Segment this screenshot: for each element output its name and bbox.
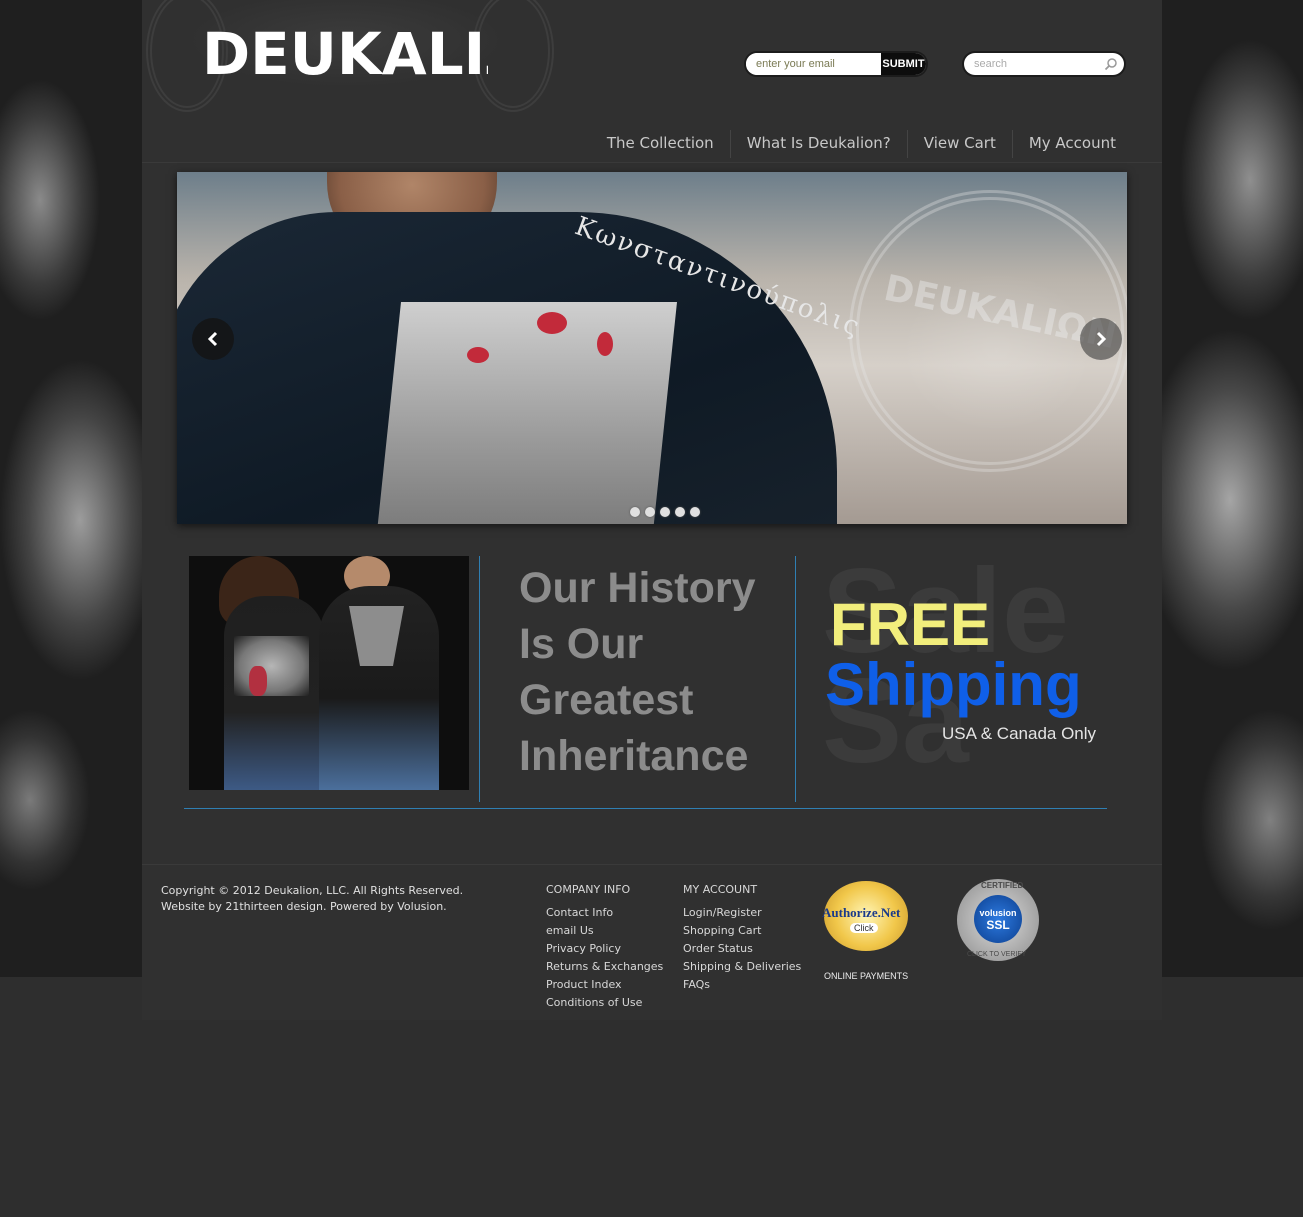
- promo-shirt-print: [249, 666, 267, 696]
- history-line: Our History: [519, 564, 756, 612]
- slider-pagination: [630, 507, 700, 517]
- slider-prev-button[interactable]: [192, 318, 234, 360]
- shipping-region: USA & Canada Only: [942, 724, 1097, 743]
- copyright-line: Copyright © 2012 Deukalion, LLC. All Rig…: [161, 884, 464, 897]
- slider-dot[interactable]: [675, 507, 685, 517]
- footer-link-returns[interactable]: Returns & Exchanges: [546, 958, 663, 976]
- divider: [479, 556, 480, 802]
- slide-shirt-print: [467, 347, 489, 363]
- footer-link-product-index[interactable]: Product Index: [546, 976, 663, 994]
- footer-account-column: MY ACCOUNT Login/Register Shopping Cart …: [683, 883, 801, 994]
- footer-link-login[interactable]: Login/Register: [683, 904, 801, 922]
- divider: [795, 556, 796, 802]
- shipping-label: Shipping: [825, 651, 1082, 718]
- ssl-seal-icon: volusion SSL: [974, 895, 1022, 943]
- slide-shirt-graphic: [377, 302, 677, 524]
- footer: Copyright © 2012 Deukalion, LLC. All Rig…: [142, 864, 1162, 1009]
- divider: [184, 808, 1107, 809]
- slider-dot[interactable]: [630, 507, 640, 517]
- promo-shirt-print: [234, 636, 309, 696]
- free-shipping-banner[interactable]: Sale Sa FREE Shipping USA & Canada Only: [822, 556, 1102, 790]
- authorize-click-label: Click: [850, 923, 878, 933]
- nav-my-account[interactable]: My Account: [1011, 130, 1132, 158]
- main-nav: The Collection What Is Deukalion? View C…: [591, 130, 1132, 160]
- chevron-right-icon: [1096, 331, 1107, 347]
- volusion-ssl-badge[interactable]: CERTIFIED volusion SSL CLICK TO VERIFY: [957, 879, 1039, 961]
- slide-shirt-print: [597, 332, 613, 356]
- newsletter-form: SUBMIT: [746, 53, 926, 75]
- free-label: FREE: [830, 591, 991, 658]
- footer-link-shopping-cart[interactable]: Shopping Cart: [683, 922, 801, 940]
- search-icon[interactable]: [1104, 57, 1118, 71]
- footer-link-privacy-policy[interactable]: Privacy Policy: [546, 940, 663, 958]
- footer-link-contact-info[interactable]: Contact Info: [546, 904, 663, 922]
- slider-next-button[interactable]: [1080, 318, 1122, 360]
- history-line: Is Our: [519, 620, 644, 668]
- slide-shirt-print: [537, 312, 567, 334]
- nav-the-collection[interactable]: The Collection: [591, 130, 730, 158]
- page-container: DEUKALIΩN SUBMIT The Collection What Is …: [142, 0, 1162, 1020]
- hero-slider[interactable]: Κωνσταντινούπολις DEUKALIΩN: [177, 172, 1127, 524]
- slider-dot[interactable]: [660, 507, 670, 517]
- footer-link-order-status[interactable]: Order Status: [683, 940, 801, 958]
- history-line: Greatest: [519, 676, 694, 724]
- footer-link-shipping[interactable]: Shipping & Deliveries: [683, 958, 801, 976]
- search-input[interactable]: [964, 53, 1104, 75]
- deukalion-logo[interactable]: DEUKALIΩN: [202, 6, 488, 86]
- ssl-label: SSL: [986, 918, 1010, 932]
- footer-company-column: COMPANY INFO Contact Info email Us Priva…: [546, 883, 663, 1012]
- footer-link-conditions[interactable]: Conditions of Use: [546, 994, 663, 1012]
- credits-line: Website by 21thirteen design. Powered by…: [161, 900, 447, 913]
- authorize-net-badge[interactable]: Authorize.Net Click ONLINE PAYMENTS: [820, 881, 914, 981]
- logo-text: DEUKALIΩN: [202, 20, 488, 86]
- couple-promo-image[interactable]: [189, 556, 469, 790]
- footer-link-faqs[interactable]: FAQs: [683, 976, 801, 994]
- slider-dot[interactable]: [645, 507, 655, 517]
- copyright: Copyright © 2012 Deukalion, LLC. All Rig…: [161, 883, 463, 915]
- submit-button[interactable]: SUBMIT: [881, 53, 926, 75]
- email-input[interactable]: [746, 53, 881, 75]
- history-tagline[interactable]: Our History Is Our Greatest Inheritance: [519, 560, 799, 784]
- nav-what-is-deukalion[interactable]: What Is Deukalion?: [729, 130, 907, 158]
- ssl-certified-text: CERTIFIED: [981, 881, 1024, 890]
- chevron-left-icon: [207, 331, 218, 347]
- search-form: [964, 53, 1124, 75]
- slider-dot[interactable]: [690, 507, 700, 517]
- online-payments-caption: ONLINE PAYMENTS: [824, 971, 909, 981]
- footer-link-email-us[interactable]: email Us: [546, 922, 663, 940]
- header: DEUKALIΩN SUBMIT The Collection What Is …: [142, 0, 1162, 163]
- history-line: Inheritance: [519, 732, 749, 780]
- nav-view-cart[interactable]: View Cart: [906, 130, 1012, 158]
- authorize-net-text: Authorize.Net: [822, 905, 901, 920]
- ssl-click-to-verify: CLICK TO VERIFY: [967, 951, 1027, 958]
- account-heading: MY ACCOUNT: [683, 883, 758, 896]
- company-heading: COMPANY INFO: [546, 883, 631, 896]
